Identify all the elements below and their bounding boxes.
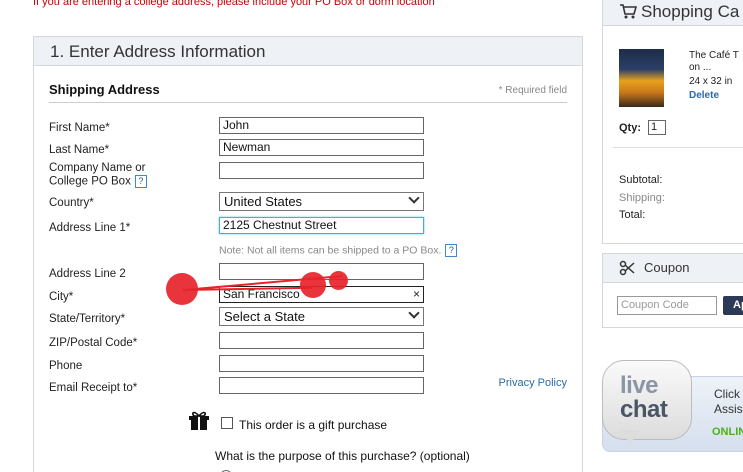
phone-label: Phone <box>49 360 83 372</box>
gift-icon <box>189 411 209 430</box>
coupon-header: Coupon <box>603 254 743 283</box>
country-label: Country* <box>49 197 94 209</box>
chevron-down-icon <box>408 307 420 319</box>
last-name-input[interactable]: Newman <box>219 139 424 156</box>
company-label-line2: College PO Box <box>49 175 131 188</box>
state-value: Select a State <box>224 309 305 324</box>
help-icon[interactable]: ? <box>445 244 458 257</box>
apply-coupon-button[interactable]: Ap <box>723 296 743 315</box>
delete-link[interactable]: Delete <box>689 90 719 101</box>
college-address-notice: If you are entering a college address, p… <box>33 0 435 8</box>
chat-text: chat <box>620 396 668 423</box>
section-title: Shipping Address <box>49 82 160 97</box>
zip-input[interactable] <box>219 332 424 349</box>
company-label: Company Name or College PO Box? <box>49 162 147 189</box>
privacy-policy-link[interactable]: Privacy Policy <box>499 377 567 389</box>
state-label: State/Territory* <box>49 313 126 325</box>
cart-item-title[interactable]: The Café T on ... <box>689 50 739 74</box>
gift-label: This order is a gift purchase <box>239 418 388 432</box>
live-chat-widget[interactable]: live chat Click Assis ONLIN <box>602 360 743 455</box>
first-name-input[interactable]: John <box>219 117 424 134</box>
subtotal-label: Subtotal: <box>619 174 663 186</box>
zip-label: ZIP/Postal Code* <box>49 337 138 349</box>
annotation-dot <box>166 273 198 305</box>
address-panel: 1. Enter Address Information Shipping Ad… <box>33 36 583 472</box>
clear-icon[interactable]: × <box>413 287 420 302</box>
coupon-code-input[interactable]: Coupon Code <box>617 296 717 315</box>
cart-item-title-line2: on ... <box>689 62 712 73</box>
annotation-dot <box>300 272 326 298</box>
coupon-panel: Coupon Coupon Code Ap <box>602 253 743 328</box>
section-divider <box>49 102 567 103</box>
scissors-icon <box>619 260 635 276</box>
address-line2-label: Address Line 2 <box>49 268 126 280</box>
po-box-note-text: Note: Not all items can be shipped to a … <box>219 244 442 257</box>
city-label: City* <box>49 291 74 303</box>
qty-input[interactable]: 1 <box>648 120 666 135</box>
po-box-note: Note: Not all items can be shipped to a … <box>219 244 458 257</box>
cart-header: Shopping Ca <box>603 0 743 26</box>
shopping-cart-panel: Shopping Ca The Café T on ... 24 x 32 in… <box>602 0 743 244</box>
cart-divider <box>613 147 743 148</box>
company-label-line1: Company Name or <box>49 162 146 174</box>
live-chat-prompt: Click Assis <box>714 387 743 417</box>
cart-title: Shopping Ca <box>641 2 740 21</box>
chevron-down-icon <box>408 192 420 204</box>
cart-item-title-line1: The Café T <box>689 50 739 61</box>
gift-checkbox[interactable] <box>221 417 233 429</box>
help-icon[interactable]: ? <box>134 175 147 188</box>
qty-label: Qty: <box>619 122 641 134</box>
country-select[interactable]: United States <box>219 192 424 211</box>
address-line1-input[interactable]: 2125 Chestnut Street <box>219 217 424 234</box>
shipping-label: Shipping: <box>619 192 665 204</box>
last-name-label: Last Name* <box>49 144 110 156</box>
email-label: Email Receipt to* <box>49 382 138 394</box>
step-title: 1. Enter Address Information <box>34 37 582 66</box>
live-chat-prompt-line1: Click <box>714 387 740 401</box>
total-label: Total: <box>619 209 646 221</box>
company-input[interactable] <box>219 162 424 179</box>
state-select[interactable]: Select a State <box>219 307 424 326</box>
phone-input[interactable] <box>219 355 424 372</box>
purpose-question: What is the purpose of this purchase? (o… <box>215 449 470 463</box>
coupon-title: Coupon <box>644 260 690 275</box>
live-chat-prompt-line2: Assis <box>714 402 743 416</box>
country-value: United States <box>224 194 303 209</box>
address-line1-label: Address Line 1* <box>49 222 131 234</box>
cart-icon <box>620 4 638 19</box>
email-input[interactable] <box>219 377 424 394</box>
first-name-label: First Name* <box>49 122 110 134</box>
chat-bubble-tail <box>620 430 640 444</box>
annotation-dot <box>329 271 348 290</box>
required-field-note: * Required field <box>498 85 567 96</box>
cart-item-size: 24 x 32 in <box>689 76 733 87</box>
cart-item-thumbnail[interactable] <box>619 49 664 107</box>
online-status: ONLIN <box>712 426 743 438</box>
